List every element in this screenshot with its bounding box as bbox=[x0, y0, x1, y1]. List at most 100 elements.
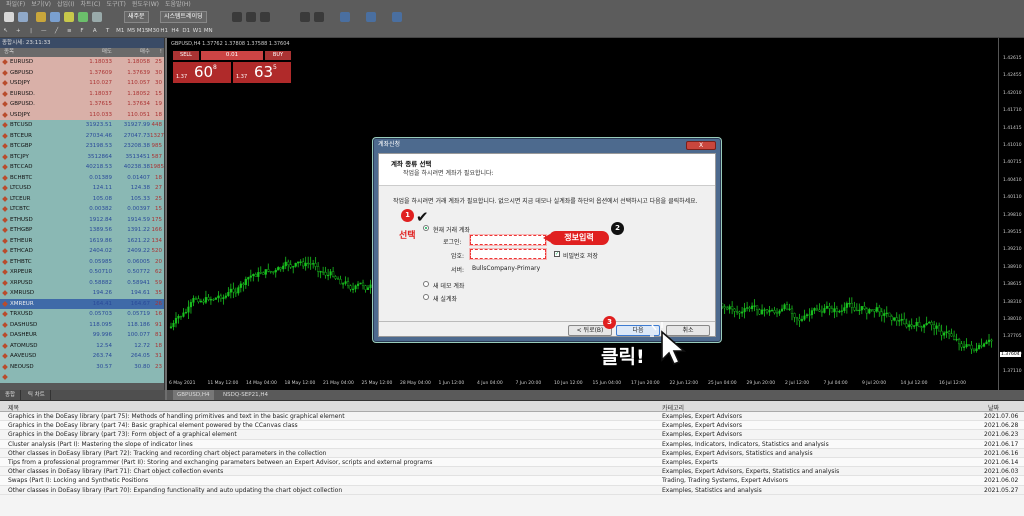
new-order-button[interactable]: 새주문 bbox=[124, 11, 149, 23]
chart-tab-gbpusd[interactable]: GBPUSD,H4 bbox=[173, 390, 214, 400]
news-row[interactable]: Other classes in DoEasy library (Part 72… bbox=[0, 449, 1024, 458]
timeframe-button[interactable]: M1 bbox=[115, 26, 126, 37]
market-watch-row[interactable]: ETHCAD 2404.02 2409.22 520 bbox=[0, 246, 164, 257]
menu-item[interactable]: 도구(T) bbox=[106, 0, 125, 9]
buy-price[interactable]: 1.37 63 5 bbox=[233, 62, 291, 83]
trendline-icon[interactable]: ╱ bbox=[51, 26, 62, 37]
navigator-icon[interactable] bbox=[64, 12, 74, 22]
templates-icon[interactable] bbox=[392, 12, 402, 22]
market-watch-row[interactable]: LTCUSD 124.11 124.38 27 bbox=[0, 183, 164, 194]
market-watch-row[interactable]: USDJPY. 110.033 110.051 18 bbox=[0, 109, 164, 120]
market-watch-row[interactable]: BTCCAD 40218.53 40238.38 1985 bbox=[0, 162, 164, 173]
market-watch-row[interactable]: BTCEUR 27034.46 27047.73 1327 bbox=[0, 130, 164, 141]
market-watch-row[interactable]: XMRUSD 194.26 194.61 35 bbox=[0, 288, 164, 299]
news-row[interactable]: Cluster analysis (Part I): Mastering the… bbox=[0, 439, 1024, 449]
market-watch-row[interactable]: TRXUSD 0.05703 0.05719 16 bbox=[0, 309, 164, 320]
news-row[interactable]: Graphics in the DoEasy library (part 74)… bbox=[0, 421, 1024, 431]
timeframe-button[interactable]: H1 bbox=[159, 26, 170, 37]
market-watch-row[interactable]: EURUSD. 1.18037 1.18052 15 bbox=[0, 88, 164, 99]
cursor-icon[interactable]: ↖ bbox=[0, 26, 11, 37]
menu-item[interactable]: 파일(F) bbox=[6, 0, 25, 9]
col-symbol[interactable]: 종목 bbox=[0, 48, 70, 57]
menu-item[interactable]: 삽입(I) bbox=[57, 0, 75, 9]
news-col-title[interactable]: 제목 bbox=[8, 403, 19, 412]
market-watch-row[interactable]: ETHEUR 1619.86 1621.22 134 bbox=[0, 235, 164, 246]
timeframe-button[interactable]: H4 bbox=[170, 26, 181, 37]
market-watch-row[interactable]: BTCUSD 31923.51 31927.99 448 bbox=[0, 120, 164, 131]
market-watch-row[interactable]: GBPUSD. 1.37615 1.37634 19 bbox=[0, 99, 164, 110]
market-watch-row[interactable]: LTCBTC 0.00382 0.00397 15 bbox=[0, 204, 164, 215]
market-watch-row[interactable]: XRPEUR 0.50710 0.50772 62 bbox=[0, 267, 164, 278]
market-watch-row[interactable]: USDJPY 110.027 110.057 30 bbox=[0, 78, 164, 89]
strategy-tester-icon[interactable] bbox=[92, 12, 102, 22]
fibonacci-icon[interactable]: F bbox=[77, 26, 88, 37]
market-watch-row[interactable]: BTCGBP 23198.53 23208.38 985 bbox=[0, 141, 164, 152]
periodicity-icon[interactable] bbox=[366, 12, 376, 22]
market-watch-row[interactable]: BTCJPY 3512864 3513451 587 bbox=[0, 151, 164, 162]
login-input[interactable] bbox=[469, 234, 547, 246]
news-row[interactable]: Other classes in DoEasy library (Part 70… bbox=[0, 486, 1024, 495]
channel-icon[interactable]: ≡ bbox=[64, 26, 75, 37]
text-icon[interactable]: A bbox=[89, 26, 100, 37]
col-bid[interactable]: 매도 bbox=[70, 48, 112, 57]
sell-button[interactable]: SELL bbox=[173, 51, 199, 60]
market-watch-row[interactable]: XMREUR 164.41 164.67 26 bbox=[0, 298, 164, 309]
col-spread[interactable]: ! bbox=[150, 48, 164, 57]
auto-trading-button[interactable]: 시스템트레이딩 bbox=[160, 11, 207, 23]
timeframe-button[interactable]: M30 bbox=[148, 26, 160, 37]
menu-item[interactable]: 도움말(H) bbox=[165, 0, 191, 9]
news-row[interactable]: Tips from a professional programmer (Par… bbox=[0, 457, 1024, 468]
market-watch-row[interactable]: GBPUSD 1.37609 1.37639 30 bbox=[0, 67, 164, 78]
horizontal-line-icon[interactable]: — bbox=[38, 26, 49, 37]
news-row[interactable]: Other classes in DoEasy library (Part 71… bbox=[0, 467, 1024, 477]
new-real-radio[interactable] bbox=[423, 294, 429, 300]
menu-item[interactable]: 보기(V) bbox=[31, 0, 51, 9]
market-watch-row[interactable]: LTCEUR 105.08 105.33 25 bbox=[0, 193, 164, 204]
market-watch-row[interactable]: ATOMUSD 12.54 12.72 18 bbox=[0, 340, 164, 351]
market-watch-row[interactable]: ETHUSD 1912.84 1914.59 175 bbox=[0, 214, 164, 225]
line-chart-icon[interactable] bbox=[260, 12, 270, 22]
timeframe-button[interactable]: W1 bbox=[192, 26, 203, 37]
zoom-in-icon[interactable] bbox=[300, 12, 310, 22]
news-row[interactable]: Graphics in the DoEasy library (part 73)… bbox=[0, 430, 1024, 440]
market-watch-row[interactable]: ETHBTC 0.05985 0.06005 20 bbox=[0, 256, 164, 267]
news-col-date[interactable]: 날짜 bbox=[988, 403, 999, 412]
market-watch-row[interactable] bbox=[0, 372, 164, 383]
new-demo-radio[interactable] bbox=[423, 281, 429, 287]
market-watch-row[interactable]: DASHEUR 99.996 100.077 81 bbox=[0, 330, 164, 341]
news-row[interactable]: Graphics in the DoEasy library (part 75)… bbox=[0, 412, 1024, 422]
password-input[interactable] bbox=[469, 248, 547, 260]
market-watch-row[interactable]: AAVEUSD 263.74 264.05 31 bbox=[0, 351, 164, 362]
new-chart-icon[interactable] bbox=[4, 12, 14, 22]
news-col-category[interactable]: 카테고리 bbox=[662, 403, 684, 412]
market-watch-row[interactable]: BCHBTC 0.01389 0.01407 18 bbox=[0, 172, 164, 183]
market-watch-row[interactable]: EURUSD 1.18033 1.18058 25 bbox=[0, 57, 164, 68]
timeframe-button[interactable]: D1 bbox=[181, 26, 192, 37]
buy-button[interactable]: BUY bbox=[265, 51, 291, 60]
zoom-out-icon[interactable] bbox=[314, 12, 324, 22]
dialog-close-button[interactable]: X bbox=[686, 141, 716, 150]
crosshair-icon[interactable]: + bbox=[13, 26, 24, 37]
chart-tab-nsdq[interactable]: NSDQ-SEP21,H4 bbox=[219, 390, 272, 400]
lot-size-input[interactable]: 0.01 bbox=[201, 51, 263, 60]
terminal-icon[interactable] bbox=[78, 12, 88, 22]
indicators-icon[interactable] bbox=[340, 12, 350, 22]
candlestick-icon[interactable] bbox=[246, 12, 256, 22]
timeframe-button[interactable]: M15 bbox=[137, 26, 149, 37]
market-watch-row[interactable]: ETHGBP 1389.56 1391.22 166 bbox=[0, 225, 164, 236]
news-row[interactable]: Swaps (Part I): Locking and Synthetic Po… bbox=[0, 476, 1024, 486]
sell-price[interactable]: 1.37 60 8 bbox=[173, 62, 231, 83]
market-watch-row[interactable]: XRPUSD 0.58882 0.58941 59 bbox=[0, 277, 164, 288]
vertical-line-icon[interactable]: | bbox=[26, 26, 37, 37]
timeframe-button[interactable]: M5 bbox=[126, 26, 137, 37]
market-watch-row[interactable]: DASHUSD 118.095 118.186 91 bbox=[0, 319, 164, 330]
tab-symbols[interactable]: 종합 bbox=[0, 390, 22, 400]
tab-tick-chart[interactable]: 틱 차트 bbox=[23, 390, 51, 400]
col-ask[interactable]: 매수 bbox=[112, 48, 150, 57]
menu-item[interactable]: 윈도우(W) bbox=[132, 0, 159, 9]
market-watch-icon[interactable] bbox=[36, 12, 46, 22]
menu-item[interactable]: 차트(C) bbox=[81, 0, 101, 9]
profiles-icon[interactable] bbox=[18, 12, 28, 22]
save-password-checkbox[interactable]: ✓ bbox=[554, 251, 560, 257]
market-watch-row[interactable]: NEOUSD 30.57 30.80 23 bbox=[0, 361, 164, 372]
